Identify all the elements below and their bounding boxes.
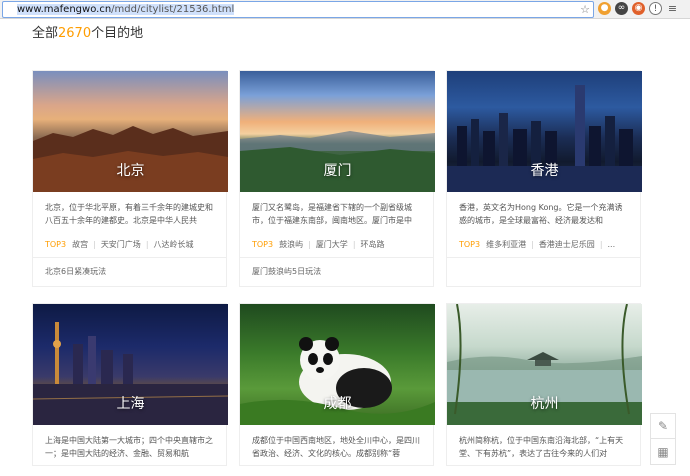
city-name: 上海 [116, 396, 145, 412]
guide-link[interactable]: 北京6日紧凑玩法 [33, 258, 226, 286]
ext-icon-2[interactable]: ∞ [615, 2, 628, 15]
city-photo[interactable]: 杭州 [447, 304, 642, 425]
city-name: 北京 [116, 163, 145, 179]
city-photo[interactable]: 上海 [33, 304, 228, 425]
city-photo[interactable]: 香港 [447, 71, 642, 192]
ext-icon-3[interactable]: ◉ [632, 2, 645, 15]
top3-item[interactable]: 天安门广场 [101, 240, 141, 249]
url-path: /mdd/citylist/21536.html [111, 4, 235, 15]
city-card-beijing[interactable]: 北京 北京，位于华北平原，有着三千余年的建城史和八百五十余年的建都史。北京是中华… [32, 70, 228, 287]
top3-row: TOP3 故宫 | 天安门广场 | 八达岭长城 [33, 232, 226, 258]
city-description: 上海是中国大陆第一大城市；四个中央直辖市之一；是中国大陆的经济、金融、贸易和航 [45, 436, 213, 458]
city-photo[interactable]: 成都 [240, 304, 435, 425]
top3-item[interactable]: 故宫 [72, 240, 88, 249]
top3-label: TOP3 [459, 240, 481, 249]
heading-prefix: 全部 [32, 26, 59, 41]
top3-item[interactable]: 环岛路 [361, 240, 385, 249]
city-photo[interactable]: 北京 [33, 71, 228, 192]
city-name: 香港 [530, 163, 559, 179]
ext-icon-4[interactable]: ! [649, 2, 662, 15]
city-card-hangzhou[interactable]: 杭州 杭州简称杭，位于中国东南沿海北部，“上有天堂、下有苏杭”，表达了古往今来的… [446, 303, 642, 466]
star-icon[interactable]: ☆ [580, 2, 590, 17]
guide-link[interactable]: 厦门鼓浪屿5日玩法 [240, 258, 433, 286]
city-description: 厦门又名鹭岛，是福建省下辖的一个副省级城市，位于福建东南部，闽南地区。厦门市是中 [252, 203, 412, 225]
city-card-chengdu[interactable]: 成都 成都位于中国西南地区，地处全川中心，是四川省政治、经济、文化的核心。成都别… [239, 303, 435, 466]
ext-icon-1[interactable]: ● [598, 2, 611, 15]
top3-label: TOP3 [252, 240, 274, 249]
top3-item[interactable]: ... [608, 240, 616, 249]
top3-item[interactable]: 香港迪士尼乐园 [539, 240, 595, 249]
guide-link[interactable] [447, 258, 640, 286]
edit-icon[interactable]: ✎ [650, 413, 676, 439]
top3-row: TOP3 维多利亚港 | 香港迪士尼乐园 |... [447, 232, 640, 258]
city-card-hongkong[interactable]: 香港 香港，英文名为Hong Kong。它是一个充满诱惑的城市，是全球最富裕、经… [446, 70, 642, 287]
extension-icons: ● ∞ ◉ ! ≡ [598, 2, 679, 15]
city-description: 杭州简称杭，位于中国东南沿海北部，“上有天堂、下有苏杭”，表达了古往今来的人们对 [459, 436, 624, 458]
address-bar[interactable]: www.mafengwo.cn/mdd/citylist/21536.html … [2, 1, 594, 18]
top3-row: TOP3 鼓浪屿 | 厦门大学 | 环岛路 [240, 232, 433, 258]
city-description: 香港，英文名为Hong Kong。它是一个充满诱惑的城市，是全球最富裕、经济最发… [459, 203, 623, 225]
top3-item[interactable]: 鼓浪屿 [279, 240, 303, 249]
city-name: 厦门 [323, 163, 352, 179]
destination-count: 2670 [58, 26, 92, 41]
qrcode-icon[interactable]: ▦ [650, 439, 676, 465]
city-card-xiamen[interactable]: 厦门 厦门又名鹭岛，是福建省下辖的一个副省级城市，位于福建东南部，闽南地区。厦门… [239, 70, 435, 287]
city-name: 成都 [323, 396, 352, 412]
city-photo[interactable]: 厦门 [240, 71, 435, 192]
top3-item[interactable]: 厦门大学 [316, 240, 348, 249]
menu-icon[interactable]: ≡ [666, 2, 679, 15]
side-toolbar: ✎ ▦ [650, 413, 676, 465]
top3-item[interactable]: 八达岭长城 [154, 240, 194, 249]
city-name: 杭州 [530, 396, 559, 412]
heading-suffix: 个目的地 [91, 26, 144, 41]
top3-label: TOP3 [45, 240, 67, 249]
url-host: www.mafengwo.cn [17, 4, 112, 15]
city-card-shanghai[interactable]: 上海 上海是中国大陆第一大城市；四个中央直辖市之一；是中国大陆的经济、金融、贸易… [32, 303, 228, 466]
city-description: 成都位于中国西南地区，地处全川中心，是四川省政治、经济、文化的核心。成都别称“蓉 [252, 436, 420, 458]
browser-toolbar: www.mafengwo.cn/mdd/citylist/21536.html … [0, 0, 690, 19]
city-description: 北京，位于华北平原，有着三千余年的建城史和八百五十余年的建都史。北京是中华人民共 [45, 203, 213, 225]
page-title: 全部2670个目的地 [32, 22, 143, 41]
top3-item[interactable]: 维多利亚港 [486, 240, 526, 249]
